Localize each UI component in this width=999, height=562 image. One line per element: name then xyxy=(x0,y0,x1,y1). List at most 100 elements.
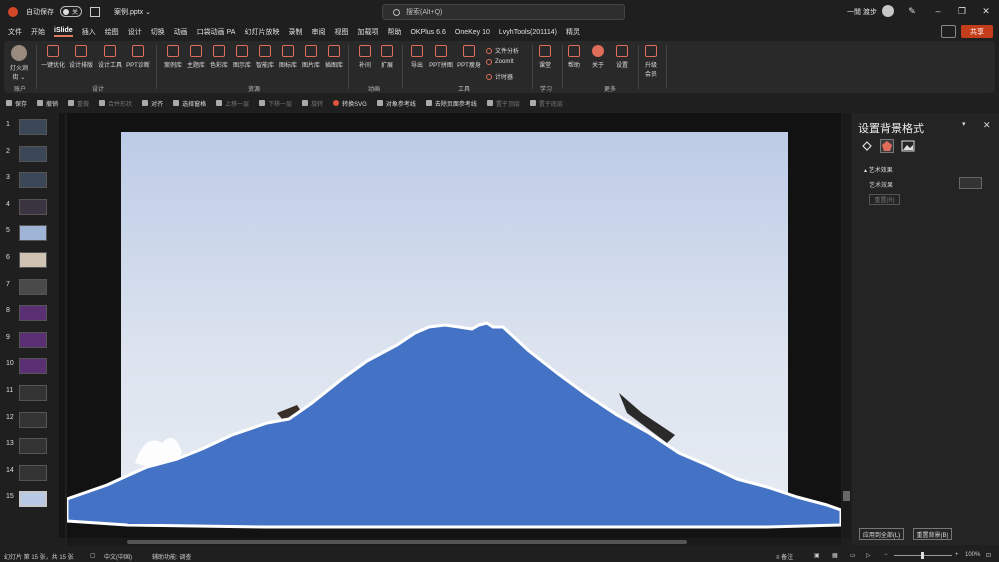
horizontal-scroll-thumb[interactable] xyxy=(127,540,687,544)
tab-3[interactable]: 插入 xyxy=(82,27,96,37)
notes-button[interactable]: ≡ 备注 xyxy=(776,552,793,561)
quick-toolbar-item[interactable]: 撤销 xyxy=(37,99,58,108)
quick-toolbar-item[interactable]: 对齐 xyxy=(142,99,163,108)
ribbon-settings-button[interactable]: 设置 xyxy=(609,45,635,69)
tab-4[interactable]: 绘图 xyxy=(105,27,119,37)
slide-thumbnail[interactable]: 7 xyxy=(0,278,55,299)
slide-editor-canvas[interactable] xyxy=(67,113,841,538)
slide-thumbnail-image[interactable] xyxy=(19,331,47,348)
ribbon-about-button[interactable]: 关于 xyxy=(585,45,611,69)
ribbon-collage-button[interactable]: PPT拼图 xyxy=(428,45,454,69)
artistic-effects-section[interactable]: ▴ 艺术效果 xyxy=(864,165,893,174)
zoom-slider-thumb[interactable] xyxy=(921,552,924,559)
vertical-scroll-thumb[interactable] xyxy=(843,491,850,501)
slide-thumbnail[interactable]: 10 xyxy=(0,358,55,378)
ribbon-resource-button[interactable]: 插图库 xyxy=(321,45,347,69)
reset-background-button[interactable]: 重置背景(B) xyxy=(913,528,952,540)
slide-thumbnail[interactable]: 12 xyxy=(0,411,55,432)
quick-toolbar-item[interactable]: 旋转 xyxy=(302,99,323,108)
slide-thumbnail[interactable]: 6 xyxy=(0,252,55,272)
tab-12[interactable]: 视图 xyxy=(334,27,348,37)
tab-10[interactable]: 录制 xyxy=(288,27,302,37)
pane-options-icon[interactable]: ▾ xyxy=(962,120,966,128)
quick-toolbar-item[interactable]: 去除页面参考线 xyxy=(425,99,477,108)
pane-close-icon[interactable]: ✕ xyxy=(983,120,991,131)
slide-thumbnail[interactable]: 2 xyxy=(0,145,55,166)
normal-view-icon[interactable]: ▣ xyxy=(814,552,820,559)
slide-thumbnail-image[interactable] xyxy=(19,411,47,428)
quick-toolbar-item[interactable]: 转换SVG xyxy=(333,99,367,108)
language-status[interactable]: 中文(中国) xyxy=(104,552,132,561)
vertical-scrollbar[interactable] xyxy=(842,113,851,538)
slide-thumbnail[interactable]: 14 xyxy=(0,464,55,485)
slide-thumbnail-image[interactable] xyxy=(19,225,47,242)
tab-5[interactable]: 设计 xyxy=(128,27,142,37)
fit-slide-icon[interactable]: ⊡ xyxy=(986,552,991,559)
reset-effect-button[interactable]: 重置(R) xyxy=(869,194,900,205)
ribbon-layout-button[interactable]: 设计排版 xyxy=(68,45,94,69)
quick-toolbar-item[interactable]: 重做 xyxy=(68,99,89,108)
quick-toolbar-item[interactable]: 对象参考线 xyxy=(376,99,416,108)
tab-6[interactable]: 切换 xyxy=(151,27,165,37)
tab-14[interactable]: 帮助 xyxy=(387,27,401,37)
tab-8[interactable]: 口袋动画 PA xyxy=(197,27,236,37)
slide-thumbnail-image[interactable] xyxy=(19,172,47,189)
search-input[interactable]: 搜索(Alt+Q) xyxy=(382,4,625,20)
slide-thumbnail[interactable]: 5 xyxy=(0,225,55,245)
account-button[interactable]: 灯火涧 街 ⌄ xyxy=(6,45,32,81)
pen-icon[interactable]: ✎ xyxy=(906,5,918,17)
slide-thumbnail-image[interactable] xyxy=(19,278,47,295)
accessibility-status[interactable]: 辅助功能: 调查 xyxy=(152,552,191,561)
reading-view-icon[interactable]: ▭ xyxy=(850,552,856,559)
slide-thumbnail[interactable]: 9 xyxy=(0,331,55,352)
artistic-effects-dropdown[interactable] xyxy=(959,177,982,189)
slide-thumbnail[interactable]: 15 xyxy=(0,491,55,511)
quick-toolbar-item[interactable]: 上移一层 xyxy=(216,99,249,108)
tab-18[interactable]: 精灵 xyxy=(566,27,580,37)
effects-icon[interactable] xyxy=(880,139,894,153)
tab-9[interactable]: 幻灯片放映 xyxy=(244,27,279,37)
zoom-level[interactable]: 100% xyxy=(965,552,980,558)
zoom-in-icon[interactable]: + xyxy=(955,552,959,558)
tab-16[interactable]: OneKey 10 xyxy=(455,29,490,36)
user-name[interactable]: 一閒 渡步 xyxy=(847,7,877,17)
mountain-shape[interactable] xyxy=(67,321,841,529)
tab-7[interactable]: 动画 xyxy=(174,27,188,37)
close-icon[interactable]: ✕ xyxy=(980,5,992,17)
quick-toolbar-item[interactable]: 选择窗格 xyxy=(173,99,206,108)
ribbon-optimize-button[interactable]: 一键优化 xyxy=(40,45,66,69)
slide-thumbnail[interactable]: 4 xyxy=(0,198,55,219)
slide-thumbnail-image[interactable] xyxy=(19,464,47,481)
timer-button[interactable]: 计时器 xyxy=(486,72,513,81)
tab-13[interactable]: 加载项 xyxy=(357,27,378,37)
file-analysis-button[interactable]: 文件分析 xyxy=(486,46,519,55)
ribbon-diagnose-button[interactable]: PPT诊断 xyxy=(125,45,151,69)
tab-1[interactable]: 开始 xyxy=(31,27,45,37)
ribbon-help-button[interactable]: 帮助 xyxy=(561,45,587,69)
slide-thumbnail-image[interactable] xyxy=(19,145,47,162)
restore-icon[interactable]: ❐ xyxy=(956,5,968,17)
ribbon-classroom-button[interactable]: 课堂 xyxy=(532,45,558,69)
quick-toolbar-item[interactable]: 下移一层 xyxy=(259,99,292,108)
slide-thumbnail-image[interactable] xyxy=(19,438,47,455)
ribbon-design-tools-button[interactable]: 设计工具 xyxy=(97,45,123,69)
quick-toolbar-item[interactable]: 合并形状 xyxy=(99,99,132,108)
tab-17[interactable]: LvyhTools(201114) xyxy=(499,29,557,36)
slide-thumbnail-image[interactable] xyxy=(19,358,47,375)
slide-thumbnail[interactable]: 3 xyxy=(0,172,55,192)
horizontal-scrollbar[interactable] xyxy=(67,538,841,546)
zoom-out-icon[interactable]: − xyxy=(884,552,888,558)
slide-thumbnail-image[interactable] xyxy=(19,491,47,508)
picture-icon[interactable] xyxy=(901,139,915,153)
autosave-toggle[interactable]: 关 xyxy=(60,6,82,17)
sorter-view-icon[interactable]: ▦ xyxy=(832,552,838,559)
ribbon-slim-button[interactable]: PPT瘦身 xyxy=(456,45,482,69)
slide-thumbnail-image[interactable] xyxy=(19,385,47,401)
slide-thumbnail-image[interactable] xyxy=(19,119,47,135)
comment-button[interactable] xyxy=(941,25,956,38)
save-icon[interactable] xyxy=(90,6,100,17)
quick-toolbar-item[interactable]: 置于顶层 xyxy=(486,99,520,108)
ribbon-extend-button[interactable]: 扩展 xyxy=(374,45,400,69)
ribbon-export-button[interactable]: 导出 xyxy=(404,45,430,69)
thumbnail-scrollbar[interactable] xyxy=(59,113,65,538)
